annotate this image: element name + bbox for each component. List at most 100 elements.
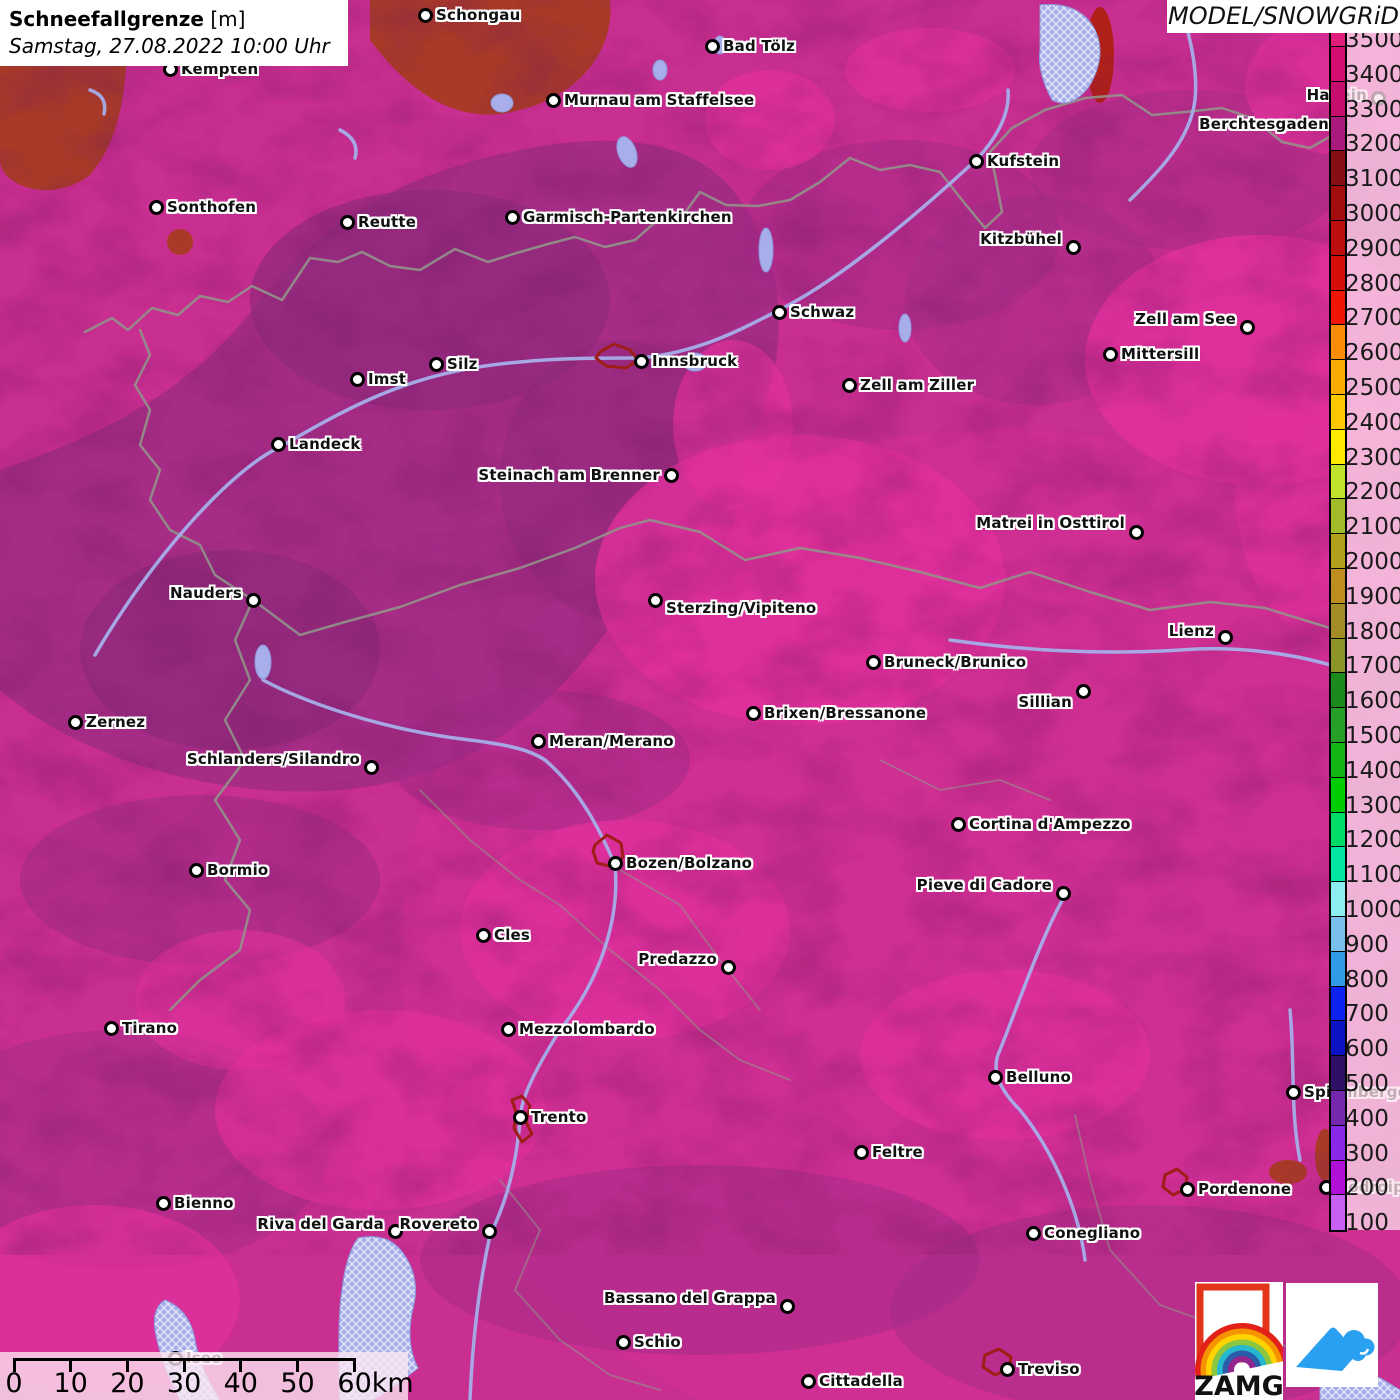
legend-block-1200 (1331, 813, 1345, 848)
city-dot-zernez (68, 715, 83, 730)
legend-block-2700 (1331, 291, 1345, 326)
city-label-bormio: Bormio (207, 861, 268, 879)
city-marker-layer: SchongauKemptenBad TölzMurnau am Staffel… (0, 0, 1400, 1400)
legend-block-400 (1331, 1091, 1345, 1126)
city-dot-bruneck-brunico (866, 655, 881, 670)
city-label-zernez: Zernez (86, 713, 145, 731)
legend-block-2600 (1331, 325, 1345, 360)
legend-tick-1400: 1400 (1345, 759, 1400, 783)
legend-block-700 (1331, 987, 1345, 1022)
city-label-trento: Trento (531, 1108, 587, 1126)
legend-tick-800: 800 (1345, 968, 1400, 992)
city-label-mezzolombardo: Mezzolombardo (519, 1020, 655, 1038)
legend-tick-500: 500 (1345, 1072, 1400, 1096)
city-dot-cittadella (801, 1374, 816, 1389)
map-scalebar: 0102030405060km (0, 1352, 408, 1400)
city-label-berchtesgaden: Berchtesgaden (1199, 115, 1329, 133)
weather-map-product: SchongauKemptenBad TölzMurnau am Staffel… (0, 0, 1400, 1400)
legend-block-1700 (1331, 639, 1345, 674)
city-dot-schio (616, 1335, 631, 1350)
city-dot-bienno (156, 1196, 171, 1211)
scalebar-label-40: 40 (224, 1368, 258, 1399)
city-label-innsbruck: Innsbruck (652, 352, 737, 370)
city-label-cittadella: Cittadella (819, 1372, 903, 1390)
legend-block-900 (1331, 917, 1345, 952)
legend-tick-1100: 1100 (1345, 863, 1400, 887)
city-label-bienno: Bienno (174, 1194, 234, 1212)
legend-block-3500 (1331, 32, 1345, 47)
legend-tick-2900: 2900 (1345, 237, 1400, 261)
city-dot-murnau-am-staffelsee (546, 93, 561, 108)
city-label-imst: Imst (368, 370, 406, 388)
legend-tick-2600: 2600 (1345, 341, 1400, 365)
snowgrid-logo-graphic (1286, 1283, 1378, 1387)
city-dot-silz (429, 357, 444, 372)
city-label-zell-am-see: Zell am See (1135, 310, 1236, 328)
city-dot-bozen-bolzano (608, 856, 623, 871)
legend-tick-3200: 3200 (1345, 132, 1400, 156)
city-label-brixen-bressanone: Brixen/Bressanone (764, 704, 926, 722)
legend-tick-400: 400 (1345, 1107, 1400, 1131)
city-dot-innsbruck (634, 354, 649, 369)
legend-tick-2800: 2800 (1345, 272, 1400, 296)
city-dot-cortina-d-ampezzo (951, 817, 966, 832)
city-dot-sonthofen (149, 200, 164, 215)
title-text: Schneefallgrenze (9, 7, 204, 31)
city-label-bassano-del-grappa: Bassano del Grappa (604, 1289, 776, 1307)
city-dot-cles (476, 928, 491, 943)
legend-block-1000 (1331, 882, 1345, 917)
city-label-garmisch-partenkirchen: Garmisch-Partenkirchen (523, 208, 732, 226)
city-dot-zell-am-ziller (842, 378, 857, 393)
city-label-cles: Cles (494, 926, 530, 944)
legend-tick-200: 200 (1345, 1176, 1400, 1200)
city-label-mittersill: Mittersill (1121, 345, 1199, 363)
city-dot-rovereto (482, 1224, 497, 1239)
city-dot-bormio (189, 863, 204, 878)
city-label-matrei-in-osttirol: Matrei in Osttirol (976, 514, 1125, 532)
legend-block-1500 (1331, 708, 1345, 743)
city-dot-pieve-di-cadore (1056, 886, 1071, 901)
city-dot-treviso (1000, 1362, 1015, 1377)
legend-block-800 (1331, 952, 1345, 987)
city-label-zell-am-ziller: Zell am Ziller (860, 376, 974, 394)
city-dot-schongau (418, 8, 433, 23)
legend-tick-600: 600 (1345, 1037, 1400, 1061)
city-label-sonthofen: Sonthofen (167, 198, 256, 216)
legend-block-3300 (1331, 82, 1345, 117)
city-label-rovereto: Rovereto (400, 1215, 478, 1233)
city-dot-mittersill (1103, 347, 1118, 362)
city-dot-conegliano (1026, 1226, 1041, 1241)
legend-tick-2200: 2200 (1345, 480, 1400, 504)
legend-tick-100: 100 (1345, 1211, 1400, 1235)
legend-tick-2700: 2700 (1345, 306, 1400, 330)
city-label-murnau-am-staffelsee: Murnau am Staffelsee (564, 91, 754, 109)
city-dot-schwaz (772, 305, 787, 320)
scalebar-label-0: 0 (5, 1368, 22, 1399)
legend-block-1900 (1331, 569, 1345, 604)
legend-block-2000 (1331, 534, 1345, 569)
legend-block-500 (1331, 1056, 1345, 1091)
legend-block-2800 (1331, 256, 1345, 291)
city-dot-matrei-in-osttirol (1129, 525, 1144, 540)
city-dot-steinach-am-brenner (664, 468, 679, 483)
city-dot-spilimbergo (1286, 1085, 1301, 1100)
legend-tick-2300: 2300 (1345, 446, 1400, 470)
mountain-cloud-icon (1296, 1328, 1375, 1372)
city-label-lienz: Lienz (1169, 622, 1214, 640)
city-dot-lienz (1218, 630, 1233, 645)
legend-tick-2000: 2000 (1345, 550, 1400, 574)
city-label-sillian: Sillian (1018, 693, 1072, 711)
legend-block-2300 (1331, 430, 1345, 465)
city-dot-belluno (988, 1070, 1003, 1085)
legend-block-100 (1331, 1195, 1345, 1230)
legend-tick-3000: 3000 (1345, 202, 1400, 226)
legend-tick-2400: 2400 (1345, 411, 1400, 435)
legend-block-600 (1331, 1021, 1345, 1056)
legend-tick-700: 700 (1345, 1002, 1400, 1026)
city-label-predazzo: Predazzo (638, 950, 717, 968)
zamg-logo: ZAMG (1195, 1282, 1283, 1400)
legend-block-1600 (1331, 673, 1345, 708)
city-dot-schlanders-silandro (364, 760, 379, 775)
city-label-pieve-di-cadore: Pieve di Cadore (917, 876, 1052, 894)
city-dot-landeck (271, 437, 286, 452)
